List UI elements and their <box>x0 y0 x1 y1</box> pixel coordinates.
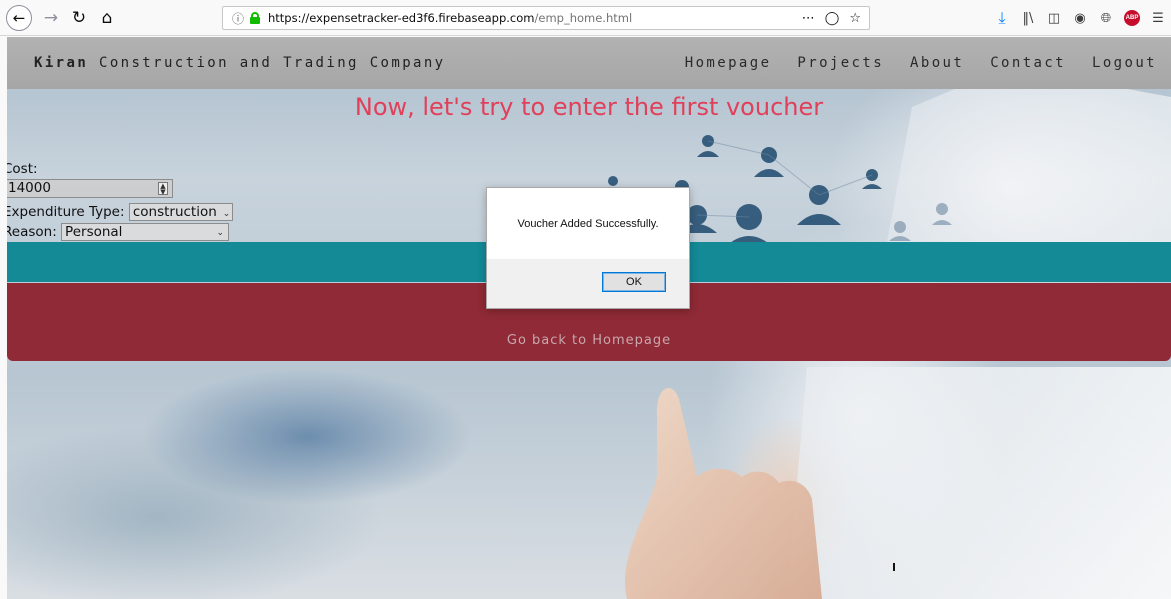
download-icon[interactable]: ⤓ <box>989 8 1015 28</box>
bookmark-star-icon[interactable]: ☆ <box>849 11 861 26</box>
chevron-down-icon: ⌄ <box>222 209 231 219</box>
menu-icon[interactable]: ☰ <box>1145 11 1171 26</box>
expenditure-type-value: construction <box>132 204 217 220</box>
page-actions-icon[interactable]: ⋯ <box>802 11 815 26</box>
url-domain: https://expensetracker-ed3f6.firebaseapp… <box>268 11 535 25</box>
alert-footer: OK <box>487 259 689 308</box>
voucher-form: Cost: 14000 ▲ ▼ Expenditure Type: construc… <box>7 161 233 241</box>
cost-value: 14000 <box>8 180 51 196</box>
url-text[interactable]: https://expensetracker-ed3f6.firebaseapp… <box>268 11 632 25</box>
cost-label: Cost: <box>7 161 38 177</box>
globe-icon[interactable]: 🌐︎ <box>1093 11 1119 26</box>
reason-select[interactable]: Personal ⌄ <box>61 223 230 241</box>
page-viewport: Kiran Construction and Trading Company H… <box>7 37 1171 599</box>
reason-label: Reason: <box>7 224 57 240</box>
brand-bold: Kiran <box>34 55 89 71</box>
forward-icon[interactable]: → <box>38 5 64 31</box>
nav-logout[interactable]: Logout <box>1092 55 1157 71</box>
text-cursor <box>893 563 895 571</box>
back-to-homepage-link[interactable]: Go back to Homepage <box>7 333 1171 348</box>
browser-toolbar: ← → ↻ ⌂ ⓘ https://expensetracker-ed3f6.f… <box>0 0 1171 36</box>
sidebar-icon[interactable]: ◫ <box>1041 11 1067 26</box>
reload-icon[interactable]: ↻ <box>66 5 92 31</box>
nav-contact[interactable]: Contact <box>990 55 1066 71</box>
cost-input[interactable]: 14000 ▲ ▼ <box>7 179 173 198</box>
library-icon[interactable]: ‖\ <box>1015 11 1041 26</box>
lock-icon <box>250 12 260 24</box>
chevron-down-icon: ⌄ <box>216 228 225 238</box>
adblock-icon[interactable]: ABP <box>1119 10 1145 26</box>
site-navbar: Kiran Construction and Trading Company H… <box>7 37 1171 89</box>
alert-dialog: Voucher Added Successfully. OK <box>486 187 690 309</box>
adblock-label: ABP <box>1124 10 1140 26</box>
ok-button[interactable]: OK <box>602 272 666 292</box>
pocket-icon[interactable]: ◯ <box>825 11 840 26</box>
account-icon[interactable]: ◉ <box>1067 11 1093 26</box>
number-spinner-icon[interactable]: ▲ ▼ <box>158 182 168 196</box>
back-icon[interactable]: ← <box>6 5 32 31</box>
expenditure-type-label: Expenditure Type: <box>7 204 125 220</box>
brand-rest: Construction and Trading Company <box>88 55 446 71</box>
page-headline: Now, let's try to enter the first vouche… <box>354 93 824 121</box>
expenditure-type-select[interactable]: construction ⌄ <box>128 203 233 221</box>
nav-homepage[interactable]: Homepage <box>685 55 772 71</box>
alert-message: Voucher Added Successfully. <box>517 218 659 230</box>
home-icon[interactable]: ⌂ <box>94 5 120 31</box>
brand-name[interactable]: Kiran Construction and Trading Company <box>34 55 446 71</box>
url-path: /emp_home.html <box>534 11 633 25</box>
nav-about[interactable]: About <box>910 55 964 71</box>
info-icon[interactable]: ⓘ <box>231 10 245 27</box>
nav-projects[interactable]: Projects <box>797 55 884 71</box>
address-bar[interactable]: ⓘ https://expensetracker-ed3f6.firebasea… <box>222 6 870 30</box>
reason-value: Personal <box>65 224 123 240</box>
